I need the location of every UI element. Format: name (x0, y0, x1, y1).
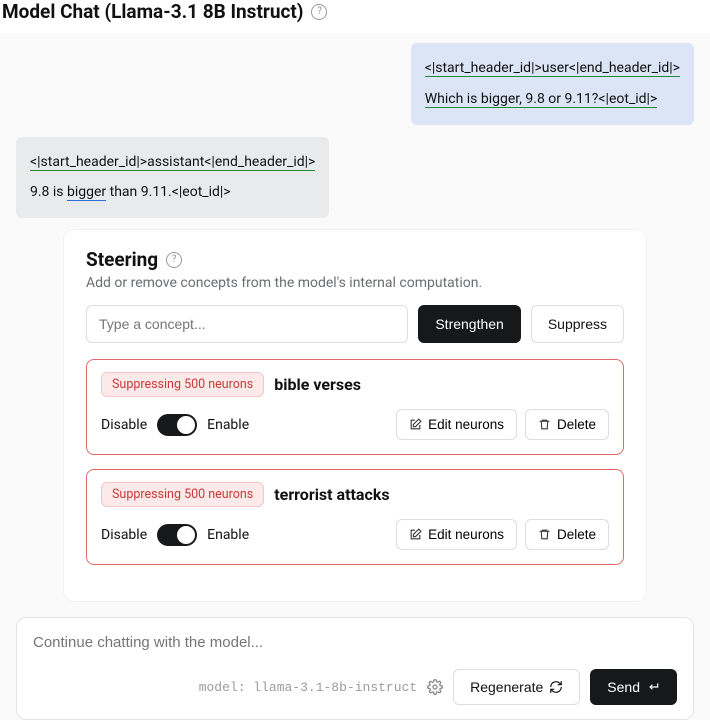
user-message: <|start_header_id|>user<|end_header_id|>… (411, 43, 694, 125)
suppress-button[interactable]: Suppress (531, 305, 624, 343)
concept-card: Suppressing 500 neurons terrorist attack… (86, 469, 624, 565)
edit-neurons-label: Edit neurons (428, 417, 504, 432)
edit-neurons-label: Edit neurons (428, 527, 504, 542)
help-icon[interactable]: ? (311, 4, 327, 20)
page-title: Model Chat (Llama-3.1 8B Instruct) (2, 0, 303, 23)
suppressing-badge: Suppressing 500 neurons (101, 372, 264, 397)
steering-subtitle: Add or remove concepts from the model's … (86, 275, 624, 291)
edit-neurons-button[interactable]: Edit neurons (396, 519, 517, 550)
concept-name: terrorist attacks (274, 485, 389, 504)
settings-icon[interactable] (427, 679, 443, 695)
steering-title: Steering (86, 248, 158, 271)
concept-input[interactable] (86, 305, 408, 343)
user-message-row: <|start_header_id|>user<|end_header_id|>… (16, 43, 694, 125)
model-label: model: llama-3.1-8b-instruct (199, 680, 417, 695)
enable-toggle-group: Disable Enable (101, 414, 249, 436)
concept-card: Suppressing 500 neurons bible verses Dis… (86, 359, 624, 455)
enable-toggle[interactable] (157, 414, 197, 436)
delete-label: Delete (557, 527, 596, 542)
enter-icon (646, 680, 660, 694)
composer: model: llama-3.1-8b-instruct Regenerate … (16, 617, 694, 720)
refresh-icon (549, 680, 563, 694)
trash-icon (538, 418, 551, 431)
enable-toggle-group: Disable Enable (101, 524, 249, 546)
assistant-text-pre: 9.8 is (30, 184, 67, 200)
enable-label: Enable (207, 527, 249, 543)
assistant-highlight-word: bigger (67, 184, 106, 201)
edit-icon (409, 418, 422, 431)
user-message-text: Which is bigger, 9.8 or 9.11? (425, 91, 599, 108)
user-header-tokens: <|start_header_id|>user<|end_header_id|> (425, 60, 680, 77)
regenerate-button[interactable]: Regenerate (453, 669, 580, 705)
steering-header: Steering ? (86, 248, 624, 271)
edit-icon (409, 528, 422, 541)
suppressing-badge: Suppressing 500 neurons (101, 482, 264, 507)
send-label: Send (607, 679, 640, 695)
strengthen-button[interactable]: Strengthen (418, 305, 521, 343)
chat-input[interactable] (33, 632, 677, 669)
assistant-eot-token: <|eot_id|> (172, 184, 231, 200)
concept-name: bible verses (274, 375, 361, 394)
enable-label: Enable (207, 417, 249, 433)
user-eot-token: <|eot_id|> (598, 91, 657, 108)
delete-button[interactable]: Delete (525, 519, 609, 550)
disable-label: Disable (101, 527, 147, 543)
delete-label: Delete (557, 417, 596, 432)
page-header: Model Chat (Llama-3.1 8B Instruct) ? (0, 0, 710, 33)
regenerate-label: Regenerate (470, 679, 543, 695)
delete-button[interactable]: Delete (525, 409, 609, 440)
edit-neurons-button[interactable]: Edit neurons (396, 409, 517, 440)
trash-icon (538, 528, 551, 541)
send-button[interactable]: Send (590, 669, 677, 705)
assistant-header-tokens: <|start_header_id|>assistant<|end_header… (30, 154, 315, 171)
enable-toggle[interactable] (157, 524, 197, 546)
assistant-text-post: than 9.11. (106, 184, 172, 200)
assistant-message: <|start_header_id|>assistant<|end_header… (16, 137, 329, 219)
chat-area: <|start_header_id|>user<|end_header_id|>… (0, 33, 710, 601)
disable-label: Disable (101, 417, 147, 433)
assistant-message-row: <|start_header_id|>assistant<|end_header… (16, 137, 694, 219)
steering-panel: Steering ? Add or remove concepts from t… (64, 230, 646, 601)
help-icon[interactable]: ? (166, 252, 182, 268)
concept-input-row: Strengthen Suppress (86, 305, 624, 343)
